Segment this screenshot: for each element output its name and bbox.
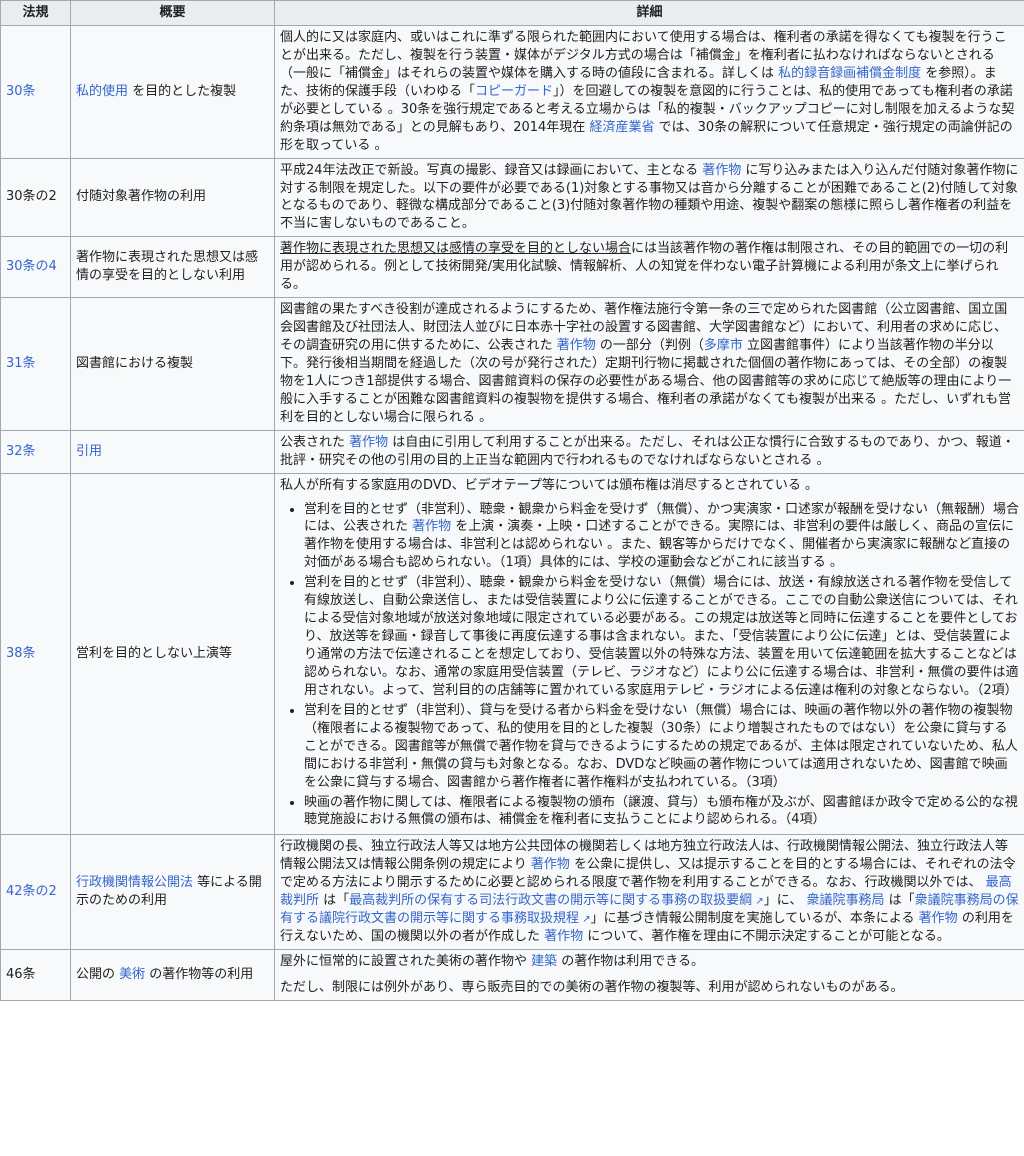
- detail-text: 営利を目的とせず（非営利）、聴衆・観衆から料金を受けない（無償）場合には、放送・…: [304, 575, 1019, 698]
- detail-cell: 平成24年法改正で新設。写真の撮影、録音又は録画において、主となる 著作物 に写…: [274, 157, 1024, 238]
- summary-cell: 図書館における複製: [70, 297, 275, 431]
- detail-text: は「: [319, 893, 350, 909]
- summary-text: の著作物等の利用: [145, 966, 254, 982]
- detail-list: 営利を目的とせず（非営利）、聴衆・観衆から料金を受けず（無償）、かつ実演家・口述…: [280, 501, 1019, 830]
- table-row: 31条 図書館における複製 図書館の果たすべき役割が達成されるようにするため、著作権…: [0, 297, 1024, 431]
- detail-text: 平成24年法改正で新設。写真の撮影、録音又は録画において、主となる: [280, 162, 703, 178]
- summary-link[interactable]: 美術: [119, 967, 145, 982]
- law-cell: 31条: [0, 297, 71, 431]
- detail-text: 映画の著作物に関しては、権限者による複製物の頒布（譲渡、貸与）も頒布権が及ぶが、…: [304, 794, 1018, 828]
- detail-text: の著作物は利用できる。: [557, 954, 705, 969]
- table-row: 30条の2 付随対象著作物の利用 平成24年法改正で新設。写真の撮影、録音又は録画に…: [0, 157, 1024, 238]
- list-item: 営利を目的とせず（非営利）、貸与を受ける者から料金を受けない（無償）場合には、映…: [304, 702, 1019, 792]
- wiki-link[interactable]: 衆議院事務局: [806, 893, 884, 908]
- summary-text: 公開の: [76, 966, 120, 982]
- law-link[interactable]: 32条: [6, 444, 36, 459]
- detail-text: 営利を目的とせず（非営利）、貸与を受ける者から料金を受けない（無償）場合には、映…: [304, 702, 1018, 790]
- wiki-link[interactable]: 著作物: [544, 929, 583, 944]
- detail-text: 」に基づき情報公開制度を実施しているが、本条による: [590, 911, 919, 927]
- wiki-link[interactable]: 建築: [531, 954, 557, 969]
- external-link[interactable]: 最高裁判所の保有する司法行政文書の開示等に関する事務の取扱要綱: [349, 893, 764, 908]
- law-link[interactable]: 42条の2: [6, 884, 57, 899]
- detail-text: 屋外に恒常的に設置された美術の著作物や: [280, 954, 532, 969]
- wiki-link[interactable]: 著作物: [349, 435, 388, 450]
- summary-link[interactable]: 私的使用: [76, 84, 128, 99]
- table-row: 46条 公開の 美術 の著作物等の利用 屋外に恒常的に設置された美術の著作物や 建築…: [0, 949, 1024, 1001]
- summary-text: 著作物に表現された思想又は感情の享受を目的としない利用: [76, 250, 259, 284]
- law-link[interactable]: 38条: [6, 646, 36, 661]
- detail-text: の一部分（判例（: [595, 338, 704, 353]
- summary-link[interactable]: 引用: [76, 444, 102, 459]
- list-item: 営利を目的とせず（非営利）、聴衆・観衆から料金を受けない（無償）場合には、放送・…: [304, 574, 1019, 700]
- wiki-link[interactable]: 私的録音録画補償金制度: [778, 66, 921, 81]
- detail-cell: 図書館の果たすべき役割が達成されるようにするため、著作権法施行令第一条の三で定め…: [274, 297, 1024, 431]
- detail-cell: 著作物に表現された思想又は感情の享受を目的としない場合には当該著作物の著作権は制…: [274, 236, 1024, 299]
- summary-cell: 著作物に表現された思想又は感情の享受を目的としない利用: [70, 236, 275, 299]
- law-link[interactable]: 30条: [6, 84, 36, 99]
- wiki-link[interactable]: 著作物: [531, 857, 570, 872]
- law-link[interactable]: 30条の4: [6, 259, 57, 274]
- summary-text: 営利を目的としない上演等: [76, 646, 233, 661]
- wiki-link[interactable]: 著作物: [702, 163, 741, 178]
- detail-cell: 私人が所有する家庭用のDVD、ビデオテープ等については頒布権は消尽するとされてい…: [274, 472, 1024, 836]
- wiki-link[interactable]: 著作物: [412, 519, 451, 534]
- detail-cell: 屋外に恒常的に設置された美術の著作物や 建築 の著作物は利用できる。 ただし、制限…: [274, 949, 1024, 1001]
- table-row: 38条 営利を目的としない上演等 私人が所有する家庭用のDVD、ビデオテープ等につい…: [0, 472, 1024, 836]
- list-item: 営利を目的とせず（非営利）、聴衆・観衆から料金を受けず（無償）、かつ実演家・口述…: [304, 501, 1019, 573]
- detail-paragraph: ただし、制限には例外があり、専ら販売目的での美術の著作物の複製等、利用が認められ…: [280, 979, 1019, 997]
- header-law: 法規: [0, 0, 71, 26]
- detail-paragraph: 屋外に恒常的に設置された美術の著作物や 建築 の著作物は利用できる。: [280, 953, 1019, 971]
- wiki-link[interactable]: 著作物: [557, 338, 596, 353]
- header-row: 法規 概要 詳細: [0, 0, 1024, 26]
- law-link[interactable]: 31条: [6, 356, 36, 371]
- summary-text: 付随対象著作物の利用: [76, 189, 207, 205]
- law-cell: 42条の2: [0, 834, 71, 950]
- law-label: 30条の2: [6, 189, 57, 205]
- detail-text: ただし、制限には例外があり、専ら販売目的での美術の著作物の複製等、利用が認められ…: [280, 979, 904, 995]
- summary-cell: 営利を目的としない上演等: [70, 472, 275, 836]
- wiki-link[interactable]: 経済産業省: [589, 120, 654, 135]
- detail-text: 」に、: [763, 893, 807, 909]
- summary-cell: 付随対象著作物の利用: [70, 157, 275, 238]
- law-cell: 32条: [0, 429, 71, 474]
- table-row: 32条 引用 公表された 著作物 は自由に引用して利用することが出来る。ただし、それ…: [0, 429, 1024, 474]
- wiki-link[interactable]: コピーガード: [475, 84, 553, 99]
- copyright-limitations-table: 法規 概要 詳細 30条 私的使用 を目的とした複製 個人的に又は家庭内、或いはこれ…: [0, 0, 1024, 1001]
- detail-text: について、著作権を理由に不開示決定することが可能となる。: [583, 929, 950, 945]
- list-item: 映画の著作物に関しては、権限者による複製物の頒布（譲渡、貸与）も頒布権が及ぶが、…: [304, 794, 1019, 830]
- summary-link[interactable]: 行政機関情報公開法: [76, 875, 193, 890]
- summary-text: を目的とした複製: [128, 83, 237, 99]
- detail-cell: 行政機関の長、独立行政法人等又は地方公共団体の機関若しくは地方独立行政法人は、行…: [274, 834, 1024, 950]
- header-detail: 詳細: [274, 0, 1024, 26]
- underlined-text: 著作物に表現された思想又は感情の享受を目的としない場合: [280, 241, 632, 257]
- law-cell: 38条: [0, 472, 71, 836]
- table-row: 30条 私的使用 を目的とした複製 個人的に又は家庭内、或いはこれに準ずる限られた範…: [0, 25, 1024, 159]
- law-cell: 46条: [0, 949, 71, 1001]
- summary-cell: 公開の 美術 の著作物等の利用: [70, 949, 275, 1001]
- law-cell: 30条: [0, 25, 71, 159]
- summary-cell: 私的使用 を目的とした複製: [70, 25, 275, 159]
- law-cell: 30条の4: [0, 236, 71, 299]
- header-summary: 概要: [70, 0, 275, 26]
- detail-text: は「: [884, 893, 915, 909]
- table-row: 42条の2 行政機関情報公開法 等による開示のための利用 行政機関の長、独立行政法人…: [0, 834, 1024, 950]
- wiki-link[interactable]: 多摩市: [704, 338, 743, 353]
- table-row: 30条の4 著作物に表現された思想又は感情の享受を目的としない利用 著作物に表現され…: [0, 236, 1024, 299]
- wiki-link[interactable]: 著作物: [919, 911, 958, 926]
- summary-cell: 引用: [70, 429, 275, 474]
- summary-text: 図書館における複製: [76, 355, 194, 371]
- law-label: 46条: [6, 966, 36, 982]
- law-cell: 30条の2: [0, 157, 71, 238]
- summary-cell: 行政機関情報公開法 等による開示のための利用: [70, 834, 275, 950]
- detail-cell: 公表された 著作物 は自由に引用して利用することが出来る。ただし、それは公正な慣…: [274, 429, 1024, 474]
- detail-intro: 私人が所有する家庭用のDVD、ビデオテープ等については頒布権は消尽するとされてい…: [280, 477, 818, 493]
- detail-cell: 個人的に又は家庭内、或いはこれに準ずる限られた範囲内において使用する場合は、権利…: [274, 25, 1024, 159]
- detail-text: は自由に引用して利用することが出来る。ただし、それは公正な慣行に合致するものであ…: [280, 434, 1015, 468]
- detail-text: 公表された: [280, 434, 350, 450]
